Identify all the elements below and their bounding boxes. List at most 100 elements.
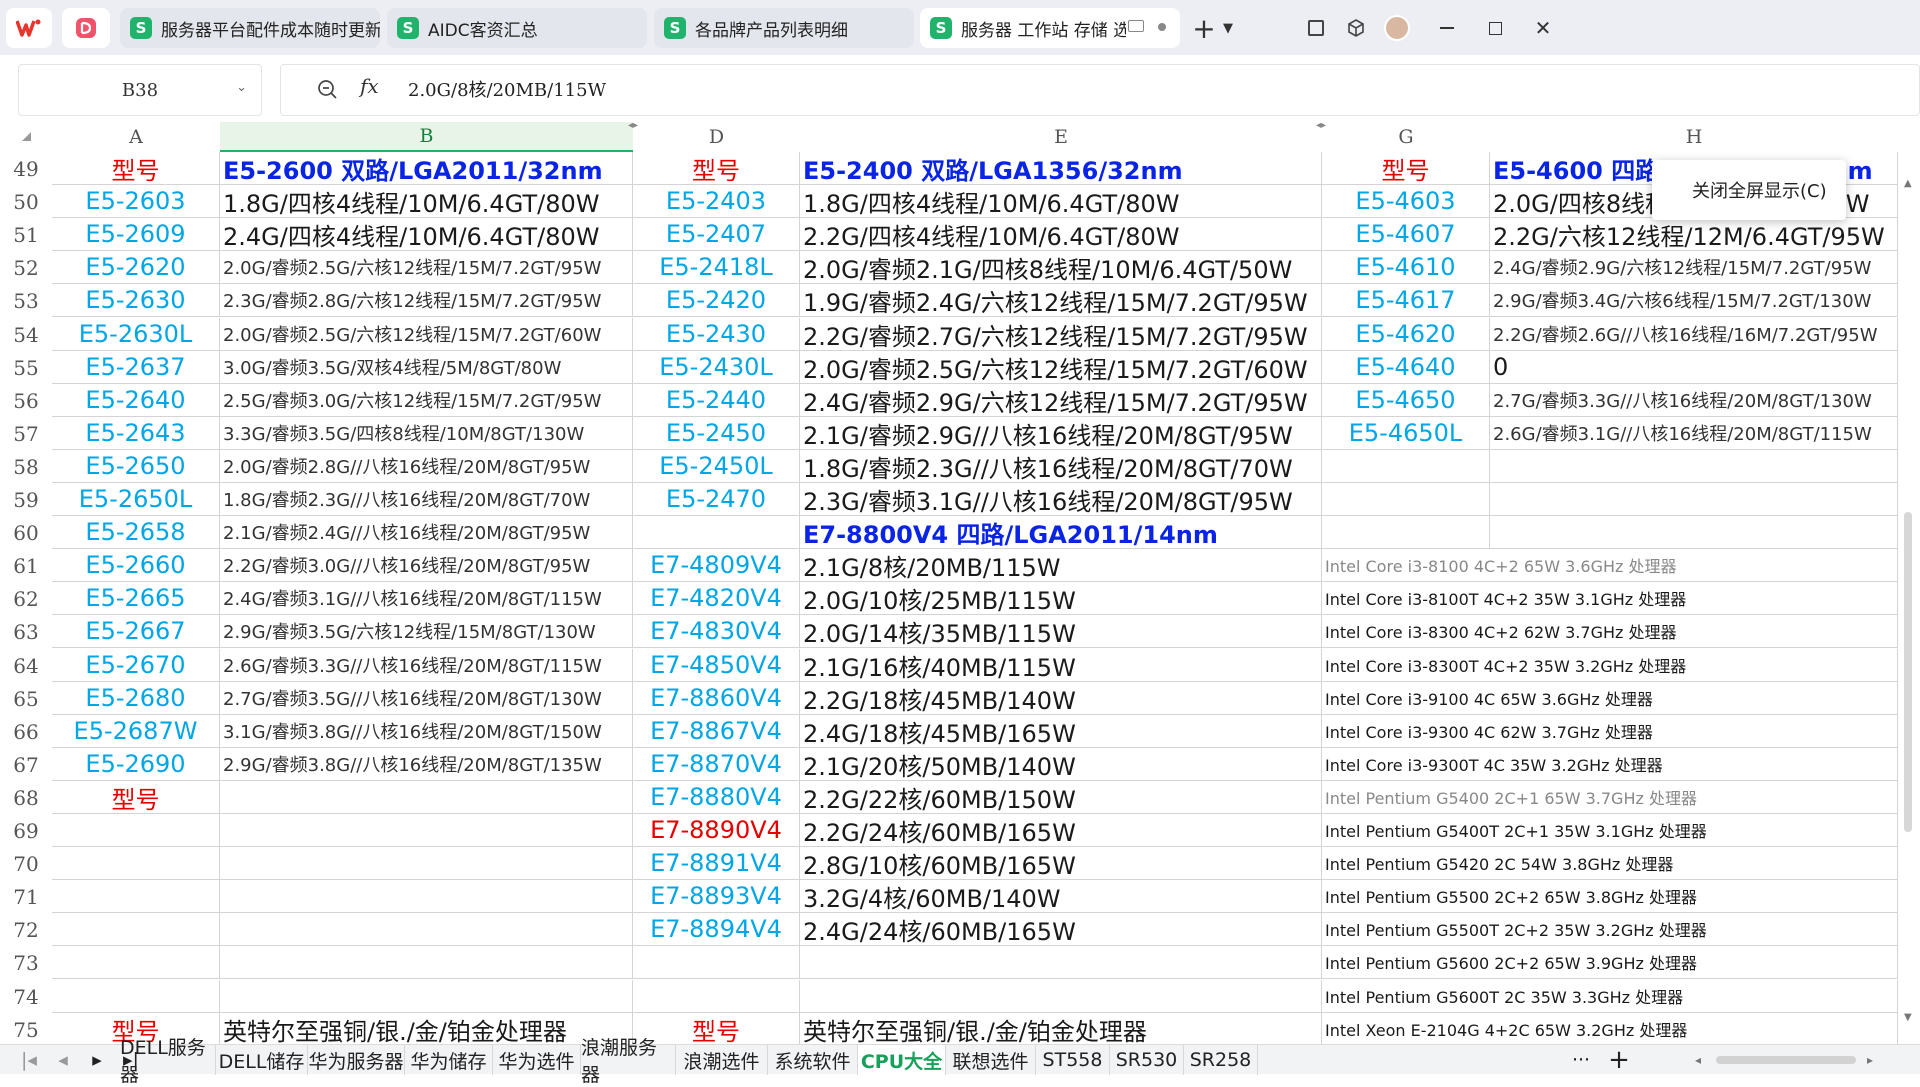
- cell-e49[interactable]: E5-2400 双路/LGA1356/32nm: [800, 152, 1322, 185]
- sheet-tab[interactable]: 联想选件: [946, 1045, 1036, 1075]
- row-header[interactable]: 66: [0, 715, 52, 748]
- row-header[interactable]: 52: [0, 251, 52, 284]
- row-header[interactable]: 68: [0, 781, 52, 814]
- cell-b66[interactable]: 3.1G/睿频3.8G//八核16线程/20M/8GT/150W: [220, 715, 633, 748]
- cell-a72[interactable]: [52, 913, 220, 946]
- cell-a58[interactable]: E5-2650: [52, 450, 220, 483]
- tab-view-icon[interactable]: [1302, 10, 1330, 46]
- cell-b50[interactable]: 1.8G/四核4线程/10M/6.4GT/80W: [220, 185, 633, 218]
- cell-d67[interactable]: E7-8870V4: [633, 748, 800, 781]
- row-header[interactable]: 65: [0, 682, 52, 715]
- cell-e70[interactable]: 2.8G/10核/60MB/165W: [800, 847, 1322, 880]
- cell-d60[interactable]: [633, 516, 800, 549]
- cell-g53[interactable]: E5-4617: [1322, 284, 1490, 317]
- cell-h52[interactable]: 2.4G/睿频2.9G/六核12线程/15M/7.2GT/95W: [1490, 251, 1898, 284]
- cell-b56[interactable]: 2.5G/睿频3.0G/六核12线程/15M/7.2GT/95W: [220, 384, 633, 417]
- cell-e58[interactable]: 1.8G/睿频2.3G//八核16线程/20M/8GT/70W: [800, 450, 1322, 483]
- cell-g64[interactable]: Intel Core i3-8300T 4C+2 35W 3.2GHz 处理器: [1322, 649, 1898, 682]
- sheet-tab[interactable]: CPU大全: [858, 1045, 946, 1075]
- cell-d54[interactable]: E5-2430: [633, 318, 800, 351]
- cell-g62[interactable]: Intel Core i3-8100T 4C+2 35W 3.1GHz 处理器: [1322, 582, 1898, 615]
- cell-g66[interactable]: Intel Core i3-9300 4C 62W 3.7GHz 处理器: [1322, 715, 1898, 748]
- cell-a74[interactable]: [52, 980, 220, 1013]
- row-header[interactable]: 49: [0, 152, 52, 185]
- sheet-tab[interactable]: 系统软件: [768, 1045, 858, 1075]
- scroll-thumb[interactable]: [1904, 512, 1912, 832]
- cell-e60[interactable]: E7-8800V4 四路/LGA2011/14nm: [800, 516, 1322, 549]
- cell-e65[interactable]: 2.2G/18核/45MB/140W: [800, 682, 1322, 715]
- column-header-b[interactable]: B: [220, 122, 633, 152]
- cell-h58[interactable]: [1490, 450, 1898, 483]
- cell-a54[interactable]: E5-2630L: [52, 318, 220, 351]
- cell-d49[interactable]: 型号: [633, 152, 800, 185]
- next-sheet-icon[interactable]: ▸: [80, 1045, 114, 1075]
- cell-a49[interactable]: 型号: [52, 152, 220, 185]
- cell-e59[interactable]: 2.3G/睿频3.1G//八核16线程/20M/8GT/95W: [800, 483, 1322, 516]
- monitor-icon[interactable]: [1128, 20, 1144, 32]
- cell-e52[interactable]: 2.0G/睿频2.1G/四核8线程/10M/6.4GT/50W: [800, 251, 1322, 284]
- cell-g55[interactable]: E5-4640: [1322, 351, 1490, 384]
- cell-g56[interactable]: E5-4650: [1322, 384, 1490, 417]
- row-header[interactable]: 62: [0, 582, 52, 615]
- sheet-tab[interactable]: DELL储存: [216, 1045, 308, 1075]
- cell-a73[interactable]: [52, 946, 220, 979]
- more-sheets-icon[interactable]: ···: [1560, 1045, 1602, 1075]
- cell-a55[interactable]: E5-2637: [52, 351, 220, 384]
- cell-d63[interactable]: E7-4830V4: [633, 615, 800, 648]
- cell-a61[interactable]: E5-2660: [52, 549, 220, 582]
- row-header[interactable]: 57: [0, 417, 52, 450]
- chevron-down-icon[interactable]: ⌄: [236, 80, 247, 95]
- close-icon[interactable]: ✕: [1528, 10, 1558, 46]
- row-header[interactable]: 73: [0, 946, 52, 979]
- cell-a71[interactable]: [52, 880, 220, 913]
- zoom-search-icon[interactable]: [316, 78, 338, 104]
- exit-fullscreen-menu-item[interactable]: 关闭全屏显示(C): [1652, 160, 1846, 220]
- row-header[interactable]: 69: [0, 814, 52, 847]
- cell-a64[interactable]: E5-2670: [52, 649, 220, 682]
- cell-b54[interactable]: 2.0G/睿频2.5G/六核12线程/15M/7.2GT/60W: [220, 318, 633, 351]
- cell-b67[interactable]: 2.9G/睿频3.8G//八核16线程/20M/8GT/135W: [220, 748, 633, 781]
- cell-e50[interactable]: 1.8G/四核4线程/10M/6.4GT/80W: [800, 185, 1322, 218]
- column-header-d[interactable]: D: [633, 122, 800, 152]
- cell-e73[interactable]: [800, 946, 1322, 979]
- wps-logo-icon[interactable]: [6, 8, 52, 48]
- cell-d66[interactable]: E7-8867V4: [633, 715, 800, 748]
- row-header[interactable]: 63: [0, 615, 52, 648]
- sheet-tab[interactable]: 浪潮服务器: [581, 1037, 676, 1086]
- cell-e61[interactable]: 2.1G/8核/20MB/115W: [800, 549, 1322, 582]
- row-header[interactable]: 67: [0, 748, 52, 781]
- row-header[interactable]: 51: [0, 218, 52, 251]
- cell-b69[interactable]: [220, 814, 633, 847]
- cell-e55[interactable]: 2.0G/睿频2.5G/六核12线程/15M/7.2GT/60W: [800, 351, 1322, 384]
- cell-g71[interactable]: Intel Pentium G5500 2C+2 65W 3.8GHz 处理器: [1322, 880, 1898, 913]
- cell-d62[interactable]: E7-4820V4: [633, 582, 800, 615]
- cell-g74[interactable]: Intel Pentium G5600T 2C 35W 3.3GHz 处理器: [1322, 980, 1898, 1013]
- cell-g57[interactable]: E5-4650L: [1322, 417, 1490, 450]
- cell-e63[interactable]: 2.0G/14核/35MB/115W: [800, 615, 1322, 648]
- cell-e56[interactable]: 2.4G/睿频2.9G/六核12线程/15M/7.2GT/95W: [800, 384, 1322, 417]
- cell-g61[interactable]: Intel Core i3-8100 4C+2 65W 3.6GHz 处理器: [1322, 549, 1898, 582]
- cell-e72[interactable]: 2.4G/24核/60MB/165W: [800, 913, 1322, 946]
- add-sheet-icon[interactable]: +: [1602, 1045, 1636, 1075]
- cell-e57[interactable]: 2.1G/睿频2.9G//八核16线程/20M/8GT/95W: [800, 417, 1322, 450]
- sheet-tab[interactable]: 华为选件: [493, 1045, 581, 1075]
- cell-a60[interactable]: E5-2658: [52, 516, 220, 549]
- cell-a50[interactable]: E5-2603: [52, 185, 220, 218]
- cell-a62[interactable]: E5-2665: [52, 582, 220, 615]
- cell-b63[interactable]: 2.9G/睿频3.5G/六核12线程/15M/8GT/130W: [220, 615, 633, 648]
- cell-e67[interactable]: 2.1G/20核/50MB/140W: [800, 748, 1322, 781]
- cell-d73[interactable]: [633, 946, 800, 979]
- cell-b53[interactable]: 2.3G/睿频2.8G/六核12线程/15M/7.2GT/95W: [220, 284, 633, 317]
- cell-b57[interactable]: 3.3G/睿频3.5G/四核8线程/10M/8GT/130W: [220, 417, 633, 450]
- cell-b68[interactable]: [220, 781, 633, 814]
- cell-g65[interactable]: Intel Core i3-9100 4C 65W 3.6GHz 处理器: [1322, 682, 1898, 715]
- cell-b59[interactable]: 1.8G/睿频2.3G//八核16线程/20M/8GT/70W: [220, 483, 633, 516]
- vertical-scrollbar[interactable]: ▲ ▼: [1898, 152, 1920, 1044]
- cell-e66[interactable]: 2.4G/18核/45MB/165W: [800, 715, 1322, 748]
- cell-d51[interactable]: E5-2407: [633, 218, 800, 251]
- cell-b75[interactable]: 英特尔至强铜/银./金/铂金处理器: [220, 1013, 633, 1046]
- cell-e53[interactable]: 1.9G/睿频2.4G/六核12线程/15M/7.2GT/95W: [800, 284, 1322, 317]
- cell-d53[interactable]: E5-2420: [633, 284, 800, 317]
- cell-b58[interactable]: 2.0G/睿频2.8G//八核16线程/20M/8GT/95W: [220, 450, 633, 483]
- cell-b72[interactable]: [220, 913, 633, 946]
